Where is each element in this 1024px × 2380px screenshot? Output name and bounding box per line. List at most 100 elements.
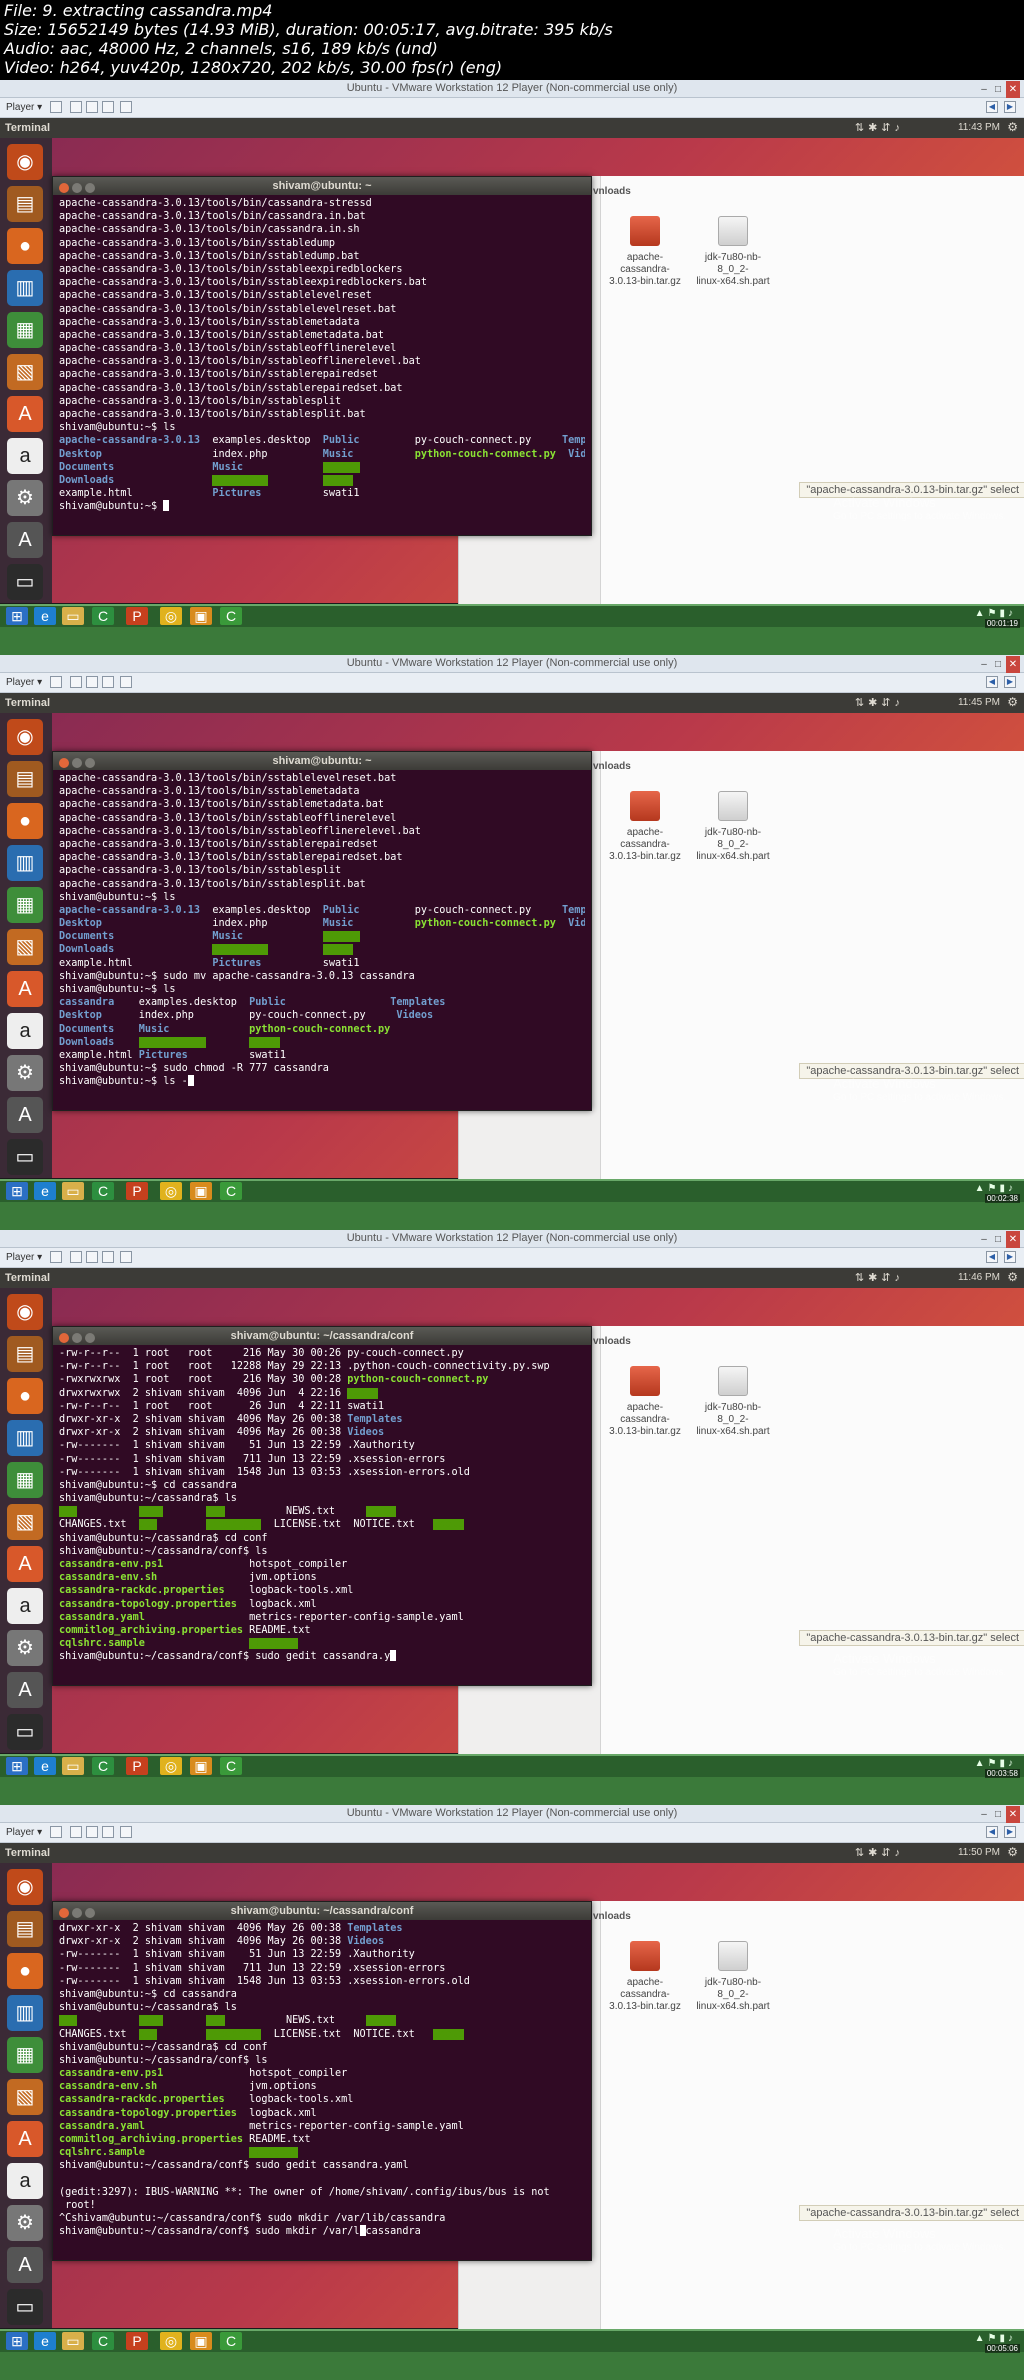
bluetooth-icon[interactable]: ✱ <box>868 122 881 134</box>
tray-flag-icon[interactable]: ⚑ <box>988 1183 1000 1194</box>
windows-start-icon[interactable]: ⊞ <box>6 1182 28 1200</box>
back-arrow-icon[interactable]: ◀ <box>986 101 998 113</box>
vmware-icon[interactable]: ▣ <box>190 1182 212 1200</box>
camtasia-icon[interactable]: C <box>92 607 114 625</box>
terminal-icon[interactable]: ▭ <box>7 564 43 600</box>
panel-clock[interactable]: 11:46 PM <box>958 1272 1000 1283</box>
close-icon[interactable]: ✕ <box>1006 1806 1020 1823</box>
terminal-minimize-icon[interactable] <box>72 183 82 193</box>
file-item[interactable]: apache-cassandra- 3.0.13-bin.tar.gz <box>605 216 685 288</box>
back-arrow-icon[interactable]: ◀ <box>986 1251 998 1263</box>
terminal-output[interactable]: apache-cassandra-3.0.13/tools/bin/sstabl… <box>53 770 591 1091</box>
recorder-icon[interactable]: C <box>220 607 242 625</box>
files-icon[interactable]: ▤ <box>7 1911 43 1947</box>
firefox-icon[interactable]: ● <box>7 228 43 264</box>
explorer-icon[interactable]: ▭ <box>62 2332 84 2350</box>
player-menu[interactable]: Player ▾ <box>6 102 42 113</box>
network-icon[interactable]: ⇵ <box>881 1272 894 1284</box>
terminal-maximize-icon[interactable] <box>85 1333 95 1343</box>
maximize-icon[interactable]: □ <box>992 1806 1004 1823</box>
file-item[interactable]: jdk-7u80-nb-8_0_2- linux-x64.sh.part <box>693 791 773 863</box>
writer-icon[interactable]: ▥ <box>7 1420 43 1456</box>
system-menu-icon[interactable]: ⚙ <box>1007 1845 1018 1859</box>
settings-icon[interactable]: ⚙ <box>7 1055 43 1091</box>
calc-icon[interactable]: ▦ <box>7 2037 43 2073</box>
tray-arrow-icon[interactable]: ▲ <box>975 1758 988 1769</box>
tray-arrow-icon[interactable]: ▲ <box>975 1183 988 1194</box>
tray-volume-icon[interactable]: ♪ <box>1008 1183 1016 1194</box>
tray-flag-icon[interactable]: ⚑ <box>988 2333 1000 2344</box>
update-icon[interactable]: A <box>7 2247 43 2283</box>
firefox-icon[interactable]: ● <box>7 1953 43 1989</box>
panel-clock[interactable]: 11:43 PM <box>958 122 1000 133</box>
terminal-maximize-icon[interactable] <box>85 758 95 768</box>
maximize-icon[interactable]: □ <box>992 81 1004 98</box>
system-menu-icon[interactable]: ⚙ <box>1007 120 1018 134</box>
terminal-close-icon[interactable] <box>59 183 69 193</box>
impress-icon[interactable]: ▧ <box>7 929 43 965</box>
terminal-close-icon[interactable] <box>59 1908 69 1918</box>
pause-icon[interactable] <box>50 1826 62 1838</box>
impress-icon[interactable]: ▧ <box>7 1504 43 1540</box>
file-item[interactable]: jdk-7u80-nb-8_0_2- linux-x64.sh.part <box>693 216 773 288</box>
forward-arrow-icon[interactable]: ▶ <box>1004 101 1016 113</box>
minimize-icon[interactable]: – <box>978 1806 990 1823</box>
camtasia-icon[interactable]: C <box>92 2332 114 2350</box>
recorder-icon[interactable]: C <box>220 2332 242 2350</box>
powerpoint-icon[interactable]: P <box>126 1757 148 1775</box>
terminal-minimize-icon[interactable] <box>72 1908 82 1918</box>
terminal-minimize-icon[interactable] <box>72 758 82 768</box>
panel-clock[interactable]: 11:45 PM <box>958 697 1000 708</box>
pause-icon[interactable] <box>50 1251 62 1263</box>
close-icon[interactable]: ✕ <box>1006 656 1020 673</box>
terminal-minimize-icon[interactable] <box>72 1333 82 1343</box>
explorer-icon[interactable]: ▭ <box>62 1182 84 1200</box>
ie-icon[interactable]: e <box>34 1182 56 1200</box>
back-arrow-icon[interactable]: ◀ <box>986 676 998 688</box>
player-menu[interactable]: Player ▾ <box>6 1252 42 1263</box>
close-icon[interactable]: ✕ <box>1006 81 1020 98</box>
pause-icon[interactable] <box>50 101 62 113</box>
software-center-icon[interactable]: A <box>7 971 43 1007</box>
terminal-maximize-icon[interactable] <box>85 1908 95 1918</box>
vmware-icon[interactable]: ▣ <box>190 1757 212 1775</box>
player-menu[interactable]: Player ▾ <box>6 1827 42 1838</box>
calc-icon[interactable]: ▦ <box>7 1462 43 1498</box>
removable-devices-icon[interactable] <box>86 676 98 688</box>
writer-icon[interactable]: ▥ <box>7 845 43 881</box>
terminal-close-icon[interactable] <box>59 1333 69 1343</box>
tray-network-icon[interactable]: ▮ <box>999 2333 1008 2344</box>
ubuntu-dash-icon[interactable]: ◉ <box>7 144 43 180</box>
settings-icon[interactable]: ⚙ <box>7 1630 43 1666</box>
unity-icon[interactable] <box>120 676 132 688</box>
chrome-icon[interactable]: ◎ <box>160 1182 182 1200</box>
update-icon[interactable]: A <box>7 1672 43 1708</box>
files-icon[interactable]: ▤ <box>7 761 43 797</box>
tray-network-icon[interactable]: ▮ <box>999 1183 1008 1194</box>
bluetooth-icon[interactable]: ✱ <box>868 697 881 709</box>
terminal-icon[interactable]: ▭ <box>7 2289 43 2325</box>
minimize-icon[interactable]: – <box>978 81 990 98</box>
send-keys-icon[interactable] <box>70 676 82 688</box>
network-icon[interactable]: ⇵ <box>881 122 894 134</box>
network-icon[interactable]: ⇵ <box>881 697 894 709</box>
maximize-icon[interactable]: □ <box>992 1231 1004 1248</box>
terminal-close-icon[interactable] <box>59 758 69 768</box>
removable-devices-icon[interactable] <box>86 1251 98 1263</box>
files-icon[interactable]: ▤ <box>7 1336 43 1372</box>
powerpoint-icon[interactable]: P <box>126 2332 148 2350</box>
tray-arrow-icon[interactable]: ▲ <box>975 608 988 619</box>
file-item[interactable]: apache-cassandra- 3.0.13-bin.tar.gz <box>605 1366 685 1438</box>
volume-icon[interactable]: ♪ <box>895 697 905 709</box>
close-icon[interactable]: ✕ <box>1006 1231 1020 1248</box>
back-arrow-icon[interactable]: ◀ <box>986 1826 998 1838</box>
calc-icon[interactable]: ▦ <box>7 887 43 923</box>
tray-volume-icon[interactable]: ♪ <box>1008 608 1016 619</box>
files-icon[interactable]: ▤ <box>7 186 43 222</box>
system-menu-icon[interactable]: ⚙ <box>1007 1270 1018 1284</box>
file-item[interactable]: jdk-7u80-nb-8_0_2- linux-x64.sh.part <box>693 1941 773 2013</box>
maximize-icon[interactable]: □ <box>992 656 1004 673</box>
minimize-icon[interactable]: – <box>978 1231 990 1248</box>
chrome-icon[interactable]: ◎ <box>160 1757 182 1775</box>
send-keys-icon[interactable] <box>70 101 82 113</box>
